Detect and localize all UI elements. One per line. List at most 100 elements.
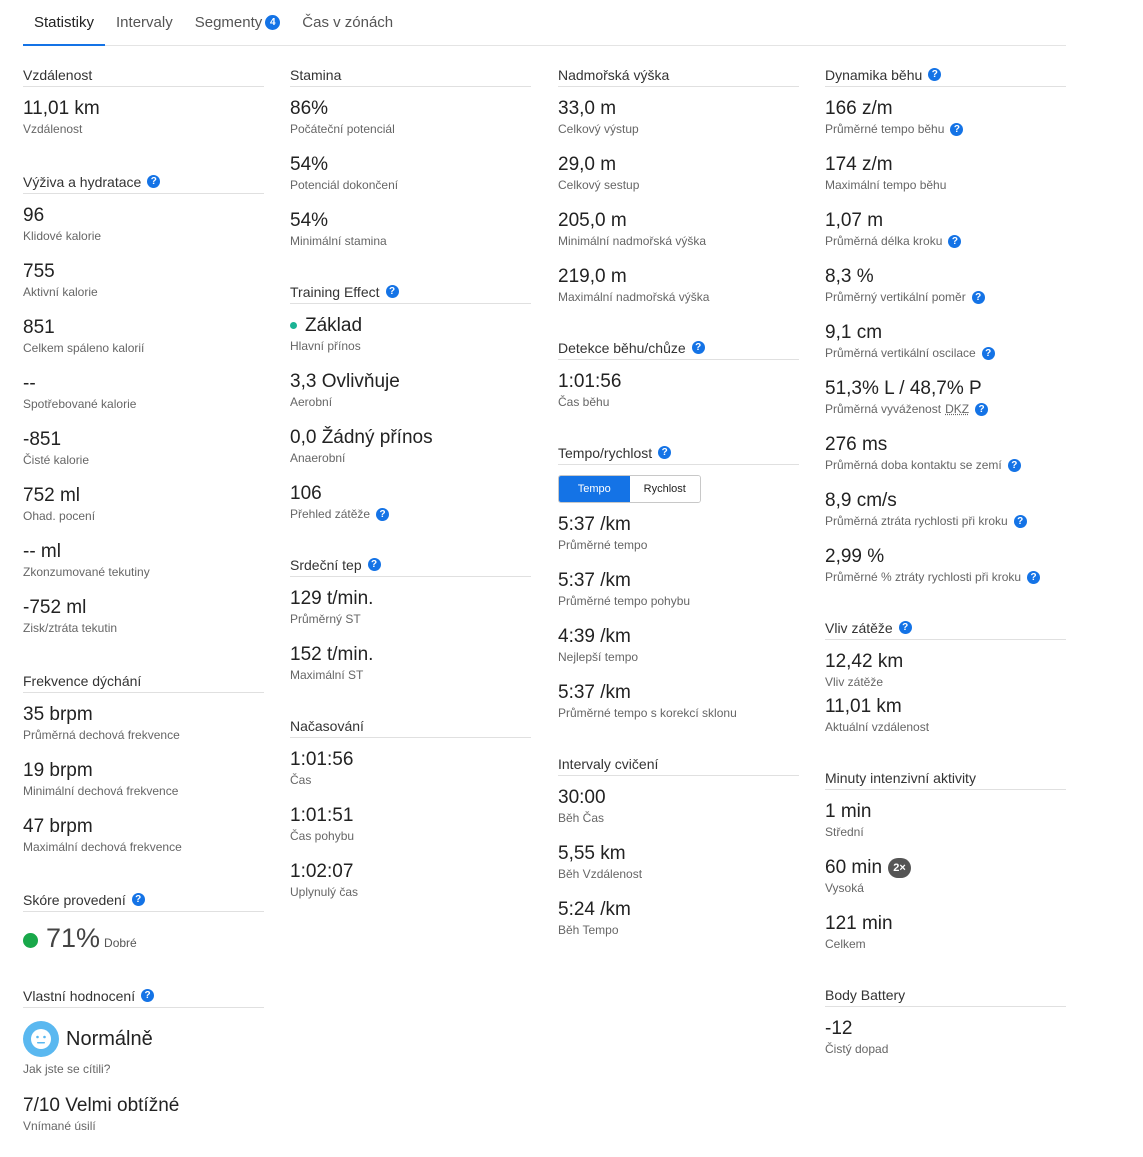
stat: 35 brpm Průměrná dechová frekvence — [23, 703, 264, 743]
performance-score: 71% Dobré — [23, 923, 264, 954]
pace-toggle-button[interactable]: Tempo — [559, 476, 630, 502]
stat-label: Střední — [825, 825, 864, 839]
help-icon[interactable]: ? — [948, 234, 962, 248]
stat-label: Průměrná vyváženost DKZ? — [825, 401, 1066, 417]
stat-label-text: Maximální dechová frekvence — [23, 840, 182, 854]
help-icon[interactable]: ? — [981, 346, 995, 360]
help-icon[interactable]: ? — [658, 446, 672, 459]
tab-time-in-zones[interactable]: Čas v zónách — [291, 0, 404, 45]
stat-label: Počáteční potenciál — [290, 121, 531, 137]
stat: -752 ml Zisk/ztráta tekutin — [23, 596, 264, 636]
help-icon[interactable]: ? — [971, 290, 985, 304]
help-icon[interactable]: ? — [898, 621, 912, 634]
stat-value: 0,0 Žádný přínos — [290, 427, 433, 448]
section-title-text: Body Battery — [825, 986, 906, 1003]
stat-label: Celkem spáleno kalorií — [23, 340, 264, 356]
status-dot-icon — [290, 322, 297, 330]
section-title: Vliv zátěže? — [825, 619, 1066, 640]
stat-label-text: Spotřebované kalorie — [23, 397, 137, 411]
tab-intervals[interactable]: Intervaly — [105, 0, 184, 45]
nutrition-section: Výživa a hydratace? 96 Klidové kalorie 755… — [23, 173, 264, 636]
stat-value: 3,3 Ovlivňuje — [290, 371, 400, 392]
stat-value: 1,07 m — [825, 210, 884, 231]
stat-label: Aktivní kalorie — [23, 284, 264, 300]
pace-speed-section: Tempo/rychlost? Tempo Rychlost 5:37 /km P… — [558, 444, 799, 721]
section-title: Body Battery — [825, 986, 1066, 1007]
section-title: Načasování — [290, 717, 531, 738]
speed-toggle-button[interactable]: Rychlost — [629, 476, 700, 502]
stamina-section: Stamina 86% Počáteční potenciál 54% Potenci… — [290, 66, 531, 249]
help-icon[interactable]: ? — [1013, 514, 1027, 528]
stat: 4:39 /km Nejlepší tempo — [558, 625, 799, 665]
section-title-text: Načasování — [290, 717, 364, 734]
stat: -12 Čistý dopad — [825, 1017, 1066, 1057]
column-3: Nadmořská výška 33,0 m Celkový výstup 29,0… — [558, 66, 799, 938]
help-icon[interactable]: ? — [131, 893, 145, 906]
stat-label-text: Klidové kalorie — [23, 229, 102, 243]
stat-value: 121 min — [825, 913, 893, 934]
help-icon[interactable]: ? — [376, 507, 390, 521]
stat-label: Spotřebované kalorie — [23, 396, 264, 412]
workout-intervals-section: Intervaly cvičení 30:00 Běh Čas 5,55 km Běh… — [558, 755, 799, 938]
stat-value: 1:01:51 — [290, 805, 354, 826]
stat: 51,3% L / 48,7% P Průměrná vyváženost DKZ? — [825, 377, 1066, 417]
stat-label: Čistý dopad — [825, 1042, 889, 1056]
help-icon[interactable]: ? — [691, 341, 705, 354]
help-icon[interactable]: ? — [367, 558, 381, 571]
section-title-text: Skóre provedení — [23, 891, 126, 908]
stat: 19 brpm Minimální dechová frekvence — [23, 759, 264, 799]
heart-rate-section: Srdeční tep? 129 t/min. Průměrný ST 152 t/… — [290, 556, 531, 683]
help-icon[interactable]: ? — [141, 989, 155, 1002]
stat: 54% Potenciál dokončení — [290, 153, 531, 193]
stat: 166 z/m Průměrné tempo běhu? — [825, 97, 1066, 137]
stat-label: Nejlepší tempo — [558, 649, 799, 665]
grade-impact-section: Vliv zátěže? 12,42 km Vliv zátěže 11,01 … — [825, 619, 1066, 735]
help-icon[interactable]: ? — [385, 285, 399, 298]
section-title-text: Tempo/rychlost — [558, 444, 653, 461]
stat-label: Průměrné tempo — [558, 537, 799, 553]
section-title: Nadmořská výška — [558, 66, 799, 87]
stat-label: Potenciál dokončení — [290, 177, 531, 193]
section-title: Minuty intenzivní aktivity — [825, 769, 1066, 790]
stat-value: 54% — [290, 210, 329, 231]
stat-value: 96 — [23, 205, 45, 226]
stat-label-text: Běh Vzdálenost — [558, 867, 643, 881]
stat-label: Klidové kalorie — [23, 228, 264, 244]
stat-label: Vzdálenost — [23, 122, 83, 136]
section-title: Tempo/rychlost? — [558, 444, 799, 465]
stat-label: Celkový výstup — [558, 121, 799, 137]
stat-label: Minimální dechová frekvence — [23, 783, 264, 799]
section-title-text: Dynamika běhu — [825, 66, 923, 83]
stat-label: Ohad. pocení — [23, 508, 264, 524]
tab-segments[interactable]: Segmenty 4 — [184, 0, 292, 45]
stat-label-text: Čas — [290, 773, 312, 787]
stat: 30:00 Běh Čas — [558, 786, 799, 826]
stat-label-text: Zisk/ztráta tekutin — [23, 621, 118, 635]
training-effect-section: Training Effect? Základ Hlavní přínos 3,… — [290, 283, 531, 522]
tab-statistics[interactable]: Statistiky — [23, 0, 106, 46]
stat-value: 174 z/m — [825, 154, 893, 175]
section-title-text: Vlastní hodnocení — [23, 987, 136, 1004]
tab-label: Čas v zónách — [302, 13, 394, 31]
help-icon[interactable]: ? — [1007, 458, 1021, 472]
help-icon[interactable]: ? — [1027, 570, 1041, 584]
stat: 5:37 /km Průměrné tempo — [558, 513, 799, 553]
section-title-text: Stamina — [290, 66, 342, 83]
stat-value: 11,01 km — [825, 696, 902, 717]
help-icon[interactable]: ? — [928, 68, 942, 81]
segments-count-badge: 4 — [265, 14, 281, 30]
section-title: Vlastní hodnocení? — [23, 987, 264, 1008]
help-icon[interactable]: ? — [950, 122, 964, 136]
stat-value: 5:37 /km — [558, 682, 631, 703]
help-icon[interactable]: ? — [147, 175, 161, 188]
stat-label: Vysoká — [825, 881, 864, 895]
section-title: Training Effect? — [290, 283, 531, 304]
stat: 219,0 m Maximální nadmořská výška — [558, 265, 799, 305]
section-title: Vzdálenost — [23, 66, 264, 87]
help-icon[interactable]: ? — [975, 402, 989, 416]
stat-value: 5:37 /km — [558, 570, 631, 591]
stat-value: 1:01:56 — [290, 749, 354, 770]
stat-label: Maximální ST — [290, 667, 531, 683]
abbreviation[interactable]: DKZ — [945, 401, 969, 417]
status-dot-icon — [23, 933, 38, 948]
